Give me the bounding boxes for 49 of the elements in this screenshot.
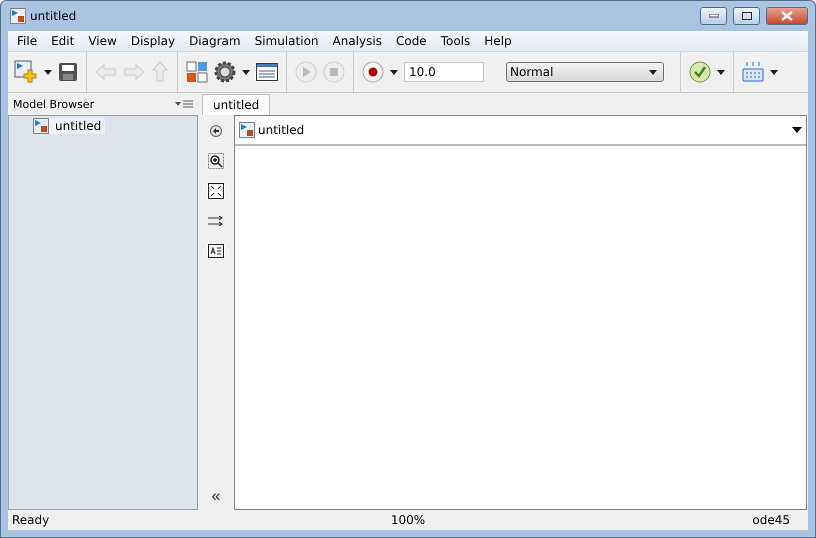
tab[interactable]: untitled <box>202 94 270 115</box>
caret-icon[interactable] <box>242 70 250 74</box>
menu-item[interactable]: Simulation <box>248 34 326 48</box>
simulation-mode-dropdown[interactable]: Normal <box>506 62 664 82</box>
model-icon <box>239 122 255 138</box>
minimize-button[interactable] <box>700 7 727 25</box>
caret-icon[interactable] <box>792 127 802 133</box>
new-model-icon[interactable] <box>14 60 38 84</box>
keypad-icon[interactable] <box>742 61 764 83</box>
address-text: untitled <box>258 123 306 137</box>
collapse-button[interactable]: « <box>212 488 220 506</box>
menu-item[interactable]: View <box>81 34 124 48</box>
zoom-icon[interactable] <box>206 151 226 171</box>
close-icon <box>781 11 793 21</box>
library-icon[interactable] <box>186 61 208 83</box>
tree-item[interactable]: untitled <box>33 118 106 134</box>
save-icon[interactable] <box>58 62 78 82</box>
maximize-icon <box>742 12 752 20</box>
caret-icon <box>649 70 657 74</box>
model-icon <box>33 118 49 134</box>
panel-title: Model Browser <box>13 98 94 110</box>
status-text: Ready <box>12 513 50 527</box>
menu-item[interactable]: Code <box>388 34 434 48</box>
model-icon <box>10 8 26 24</box>
stop-time-field[interactable]: 10.0 <box>404 62 484 82</box>
check-icon[interactable] <box>689 61 711 83</box>
annotation-icon[interactable] <box>206 241 226 261</box>
close-button[interactable] <box>766 7 808 25</box>
caret-icon[interactable] <box>390 70 398 74</box>
menu-item[interactable]: Tools <box>434 34 478 48</box>
solver-name: ode45 <box>752 513 790 527</box>
caret-icon[interactable] <box>770 70 778 74</box>
menu-item[interactable]: File <box>10 34 44 48</box>
menu-item[interactable]: Analysis <box>326 34 389 48</box>
menu-item[interactable]: Edit <box>44 34 82 48</box>
menu-item[interactable]: Display <box>124 34 182 48</box>
fit-view-icon[interactable] <box>206 181 226 201</box>
panel-menu-icon[interactable] <box>175 100 193 108</box>
record-icon[interactable] <box>362 61 384 83</box>
maximize-button[interactable] <box>733 7 760 25</box>
zoom-level: 100% <box>390 513 426 527</box>
caret-icon[interactable] <box>44 70 52 74</box>
minimize-icon <box>708 14 718 18</box>
model-explorer-icon[interactable] <box>256 63 278 81</box>
menu-item[interactable]: Help <box>477 34 519 48</box>
gear-icon[interactable] <box>214 61 236 83</box>
caret-icon[interactable] <box>717 70 725 74</box>
window-title: untitled <box>30 9 78 23</box>
menu-item[interactable]: Diagram <box>182 34 248 48</box>
